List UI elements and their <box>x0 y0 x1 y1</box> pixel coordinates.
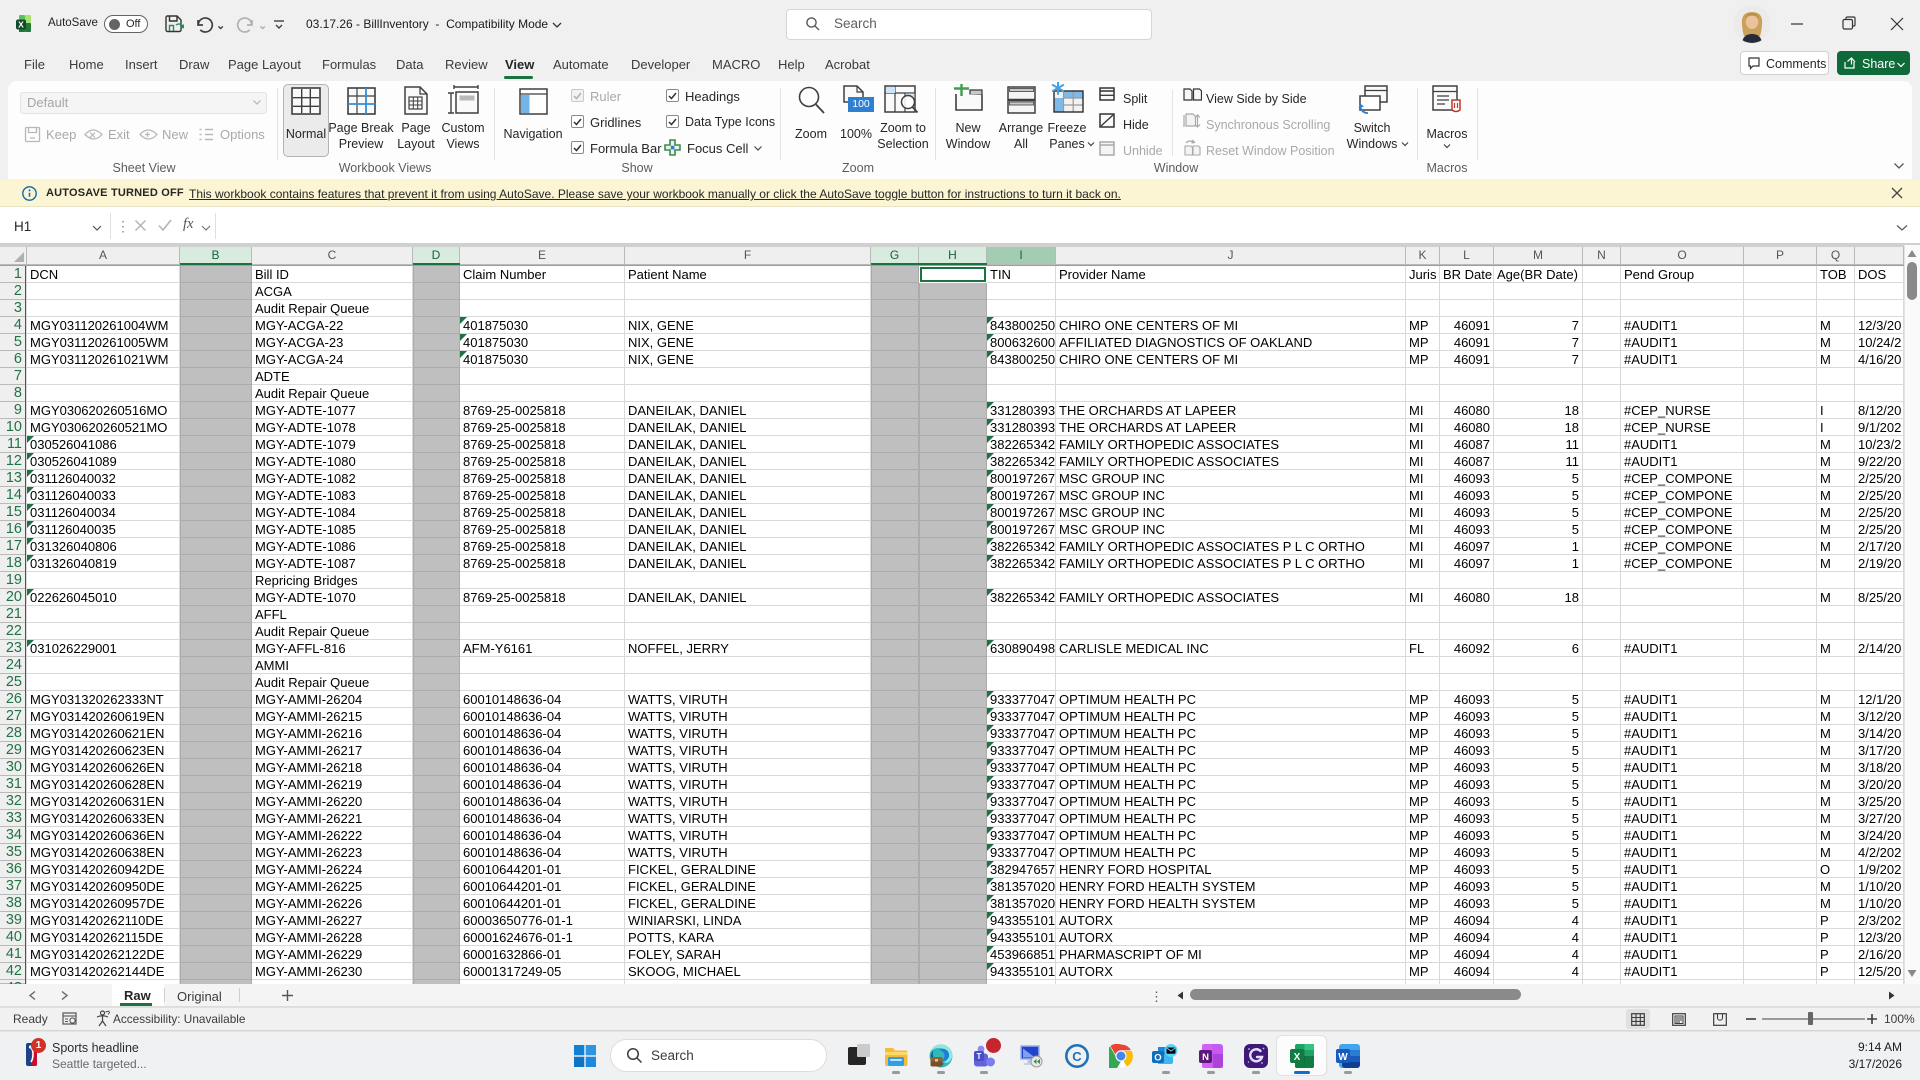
svg-text:X: X <box>18 19 24 29</box>
svg-text:N: N <box>1202 1052 1209 1063</box>
svg-text:X: X <box>1294 1052 1301 1063</box>
svg-text:W: W <box>1338 1052 1348 1063</box>
svg-text:C: C <box>1072 1049 1082 1064</box>
svg-text:O: O <box>1154 1053 1161 1064</box>
svg-text:T: T <box>977 1052 982 1061</box>
